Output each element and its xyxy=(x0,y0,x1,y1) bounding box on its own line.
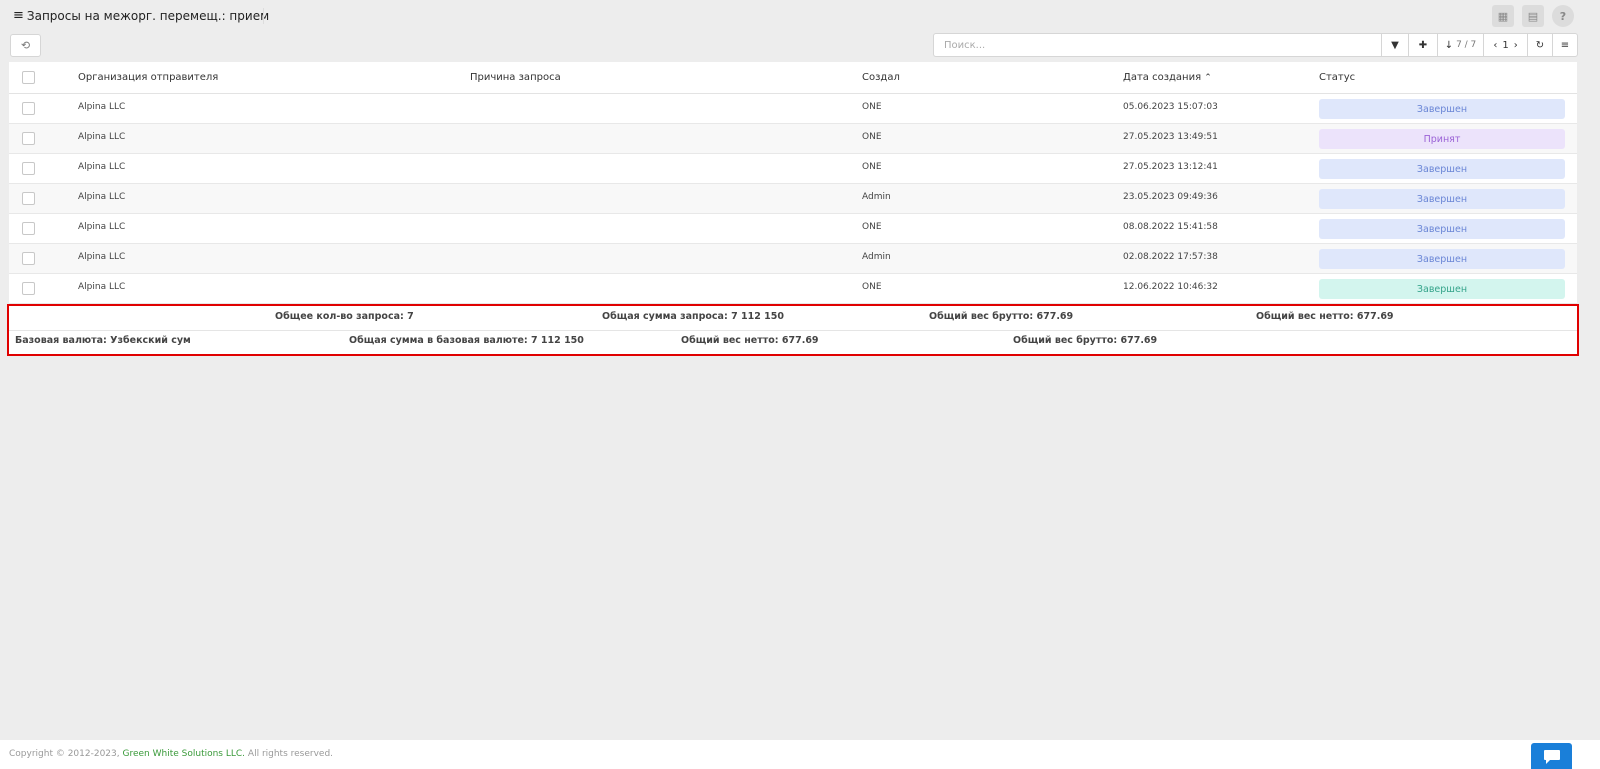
total-gross-weight-2: Общий вес брутто: 677.69 xyxy=(1013,335,1158,346)
status-badge: Завершен xyxy=(1319,189,1565,209)
cell-org: Alpina LLC xyxy=(78,222,126,232)
row-checkbox[interactable] xyxy=(22,252,35,265)
row-checkbox[interactable] xyxy=(22,162,35,175)
filter-icon: ▼ xyxy=(1391,39,1399,51)
filter-button[interactable]: ▼ xyxy=(1381,33,1409,57)
cell-date: 05.06.2023 15:07:03 xyxy=(1123,102,1218,112)
status-badge: Завершен xyxy=(1319,159,1565,179)
table-row[interactable]: Alpina LLC ONE 12.06.2022 10:46:32 Завершен xyxy=(9,274,1577,304)
history-icon: ⟲ xyxy=(20,39,31,52)
row-checkbox[interactable] xyxy=(22,192,35,205)
page-title-text: Запросы на межорг. перемещ.: прием xyxy=(26,8,270,23)
cell-date: 27.05.2023 13:49:51 xyxy=(1123,132,1218,142)
requests-table: Организация отправителя Причина запроса … xyxy=(9,62,1577,304)
calendar-button[interactable]: ▦ xyxy=(1492,5,1514,27)
list-menu-button[interactable]: ≡ xyxy=(1552,33,1578,57)
page-title: ≡ Запросы на межорг. перемещ.: прием xyxy=(13,8,269,23)
cell-org: Alpina LLC xyxy=(78,102,126,112)
cell-creator: ONE xyxy=(862,102,882,112)
column-date-label: Дата создания xyxy=(1123,72,1202,83)
column-date[interactable]: Дата создания ⌃ xyxy=(1123,72,1212,83)
cell-creator: ONE xyxy=(862,162,882,172)
cell-creator: ONE xyxy=(862,282,882,292)
copyright-suffix: All rights reserved. xyxy=(247,749,334,759)
status-badge: Принят xyxy=(1319,129,1565,149)
copyright: Copyright © 2012-2023, Green White Solut… xyxy=(9,749,333,759)
totals-divider xyxy=(9,330,1577,331)
total-net-weight: Общий вес нетто: 677.69 xyxy=(1256,311,1394,322)
arrow-down-icon: ↓ xyxy=(1444,39,1454,51)
total-count: Общее кол-во запроса: 7 xyxy=(275,311,414,322)
cell-date: 02.08.2022 17:57:38 xyxy=(1123,252,1218,262)
column-creator[interactable]: Создал xyxy=(862,72,900,83)
pagination[interactable]: ‹ 1 › xyxy=(1483,33,1528,57)
cell-org: Alpina LLC xyxy=(78,252,126,262)
refresh-icon: ↻ xyxy=(1535,39,1545,51)
chevron-right-icon[interactable]: › xyxy=(1514,40,1518,51)
title-divider xyxy=(263,8,264,24)
total-gross-weight: Общий вес брутто: 677.69 xyxy=(929,311,1074,322)
table-row[interactable]: Alpina LLC Admin 23.05.2023 09:49:36 Заверш… xyxy=(9,184,1577,214)
chat-icon xyxy=(1543,750,1560,764)
total-sum-base-currency: Общая сумма в базовая валюте: 7 112 150 xyxy=(349,335,584,346)
table-row[interactable]: Alpina LLC ONE 05.06.2023 15:07:03 Завершен xyxy=(9,94,1577,124)
column-reason[interactable]: Причина запроса xyxy=(470,72,561,83)
search-input[interactable] xyxy=(933,33,1381,57)
status-badge: Завершен xyxy=(1319,279,1565,299)
status-badge: Завершен xyxy=(1319,99,1565,119)
cell-creator: Admin xyxy=(862,192,891,202)
row-checkbox[interactable] xyxy=(22,282,35,295)
company-link[interactable]: Green White Solutions LLC. xyxy=(123,749,246,759)
history-button[interactable]: ⟲ xyxy=(10,34,41,57)
cell-org: Alpina LLC xyxy=(78,282,126,292)
column-status[interactable]: Статус xyxy=(1319,72,1355,83)
cell-org: Alpina LLC xyxy=(78,132,126,142)
calendar-icon: ▦ xyxy=(1497,9,1509,23)
cell-date: 27.05.2023 13:12:41 xyxy=(1123,162,1218,172)
pin-button[interactable]: ✚ xyxy=(1408,33,1438,57)
cell-date: 12.06.2022 10:46:32 xyxy=(1123,282,1218,292)
hamburger-menu-icon[interactable]: ≡ xyxy=(13,8,24,23)
table-row[interactable]: Alpina LLC ONE 08.08.2022 15:41:58 Завершен xyxy=(9,214,1577,244)
page-footer: Copyright © 2012-2023, Green White Solut… xyxy=(0,740,1600,769)
total-sum: Общая сумма запроса: 7 112 150 xyxy=(602,311,784,322)
cell-date: 08.08.2022 15:41:58 xyxy=(1123,222,1218,232)
pin-icon: ✚ xyxy=(1418,39,1428,51)
select-all-checkbox[interactable] xyxy=(22,71,35,84)
table-header: Организация отправителя Причина запроса … xyxy=(9,62,1577,94)
row-checkbox[interactable] xyxy=(22,132,35,145)
cell-date: 23.05.2023 09:49:36 xyxy=(1123,192,1218,202)
cell-creator: ONE xyxy=(862,132,882,142)
cell-creator: ONE xyxy=(862,222,882,232)
totals-panel: Общее кол-во запроса: 7 Общая сумма запр… xyxy=(7,304,1579,356)
sort-count-button[interactable]: ↓ 7 / 7 xyxy=(1437,33,1484,57)
status-badge: Завершен xyxy=(1319,219,1565,239)
row-checkbox[interactable] xyxy=(22,102,35,115)
table-row[interactable]: Alpina LLC ONE 27.05.2023 13:12:41 Завершен xyxy=(9,154,1577,184)
base-currency: Базовая валюта: Узбекский сум xyxy=(15,335,191,346)
help-icon: ? xyxy=(1559,9,1567,23)
status-badge: Завершен xyxy=(1319,249,1565,269)
cell-creator: Admin xyxy=(862,252,891,262)
id-card-button[interactable]: ▤ xyxy=(1522,5,1544,27)
help-button[interactable]: ? xyxy=(1552,5,1574,27)
menu-icon: ≡ xyxy=(1560,39,1570,51)
cell-org: Alpina LLC xyxy=(78,192,126,202)
id-card-icon: ▤ xyxy=(1527,9,1539,23)
table-row[interactable]: Alpina LLC Admin 02.08.2022 17:57:38 Заверш… xyxy=(9,244,1577,274)
column-org[interactable]: Организация отправителя xyxy=(78,72,218,83)
sort-asc-icon: ⌃ xyxy=(1204,73,1212,83)
chat-button[interactable] xyxy=(1531,743,1572,769)
table-row[interactable]: Alpina LLC ONE 27.05.2023 13:49:51 Принят xyxy=(9,124,1577,154)
cell-org: Alpina LLC xyxy=(78,162,126,172)
refresh-button[interactable]: ↻ xyxy=(1527,33,1553,57)
page-number: 1 xyxy=(1502,39,1509,51)
chevron-left-icon[interactable]: ‹ xyxy=(1493,40,1497,51)
row-checkbox[interactable] xyxy=(22,222,35,235)
copyright-prefix: Copyright © 2012-2023, xyxy=(9,749,120,759)
total-net-weight-2: Общий вес нетто: 677.69 xyxy=(681,335,819,346)
record-count: 7 / 7 xyxy=(1456,40,1477,50)
page-header: ≡ Запросы на межорг. перемещ.: прием ▦ ▤… xyxy=(0,0,1600,31)
